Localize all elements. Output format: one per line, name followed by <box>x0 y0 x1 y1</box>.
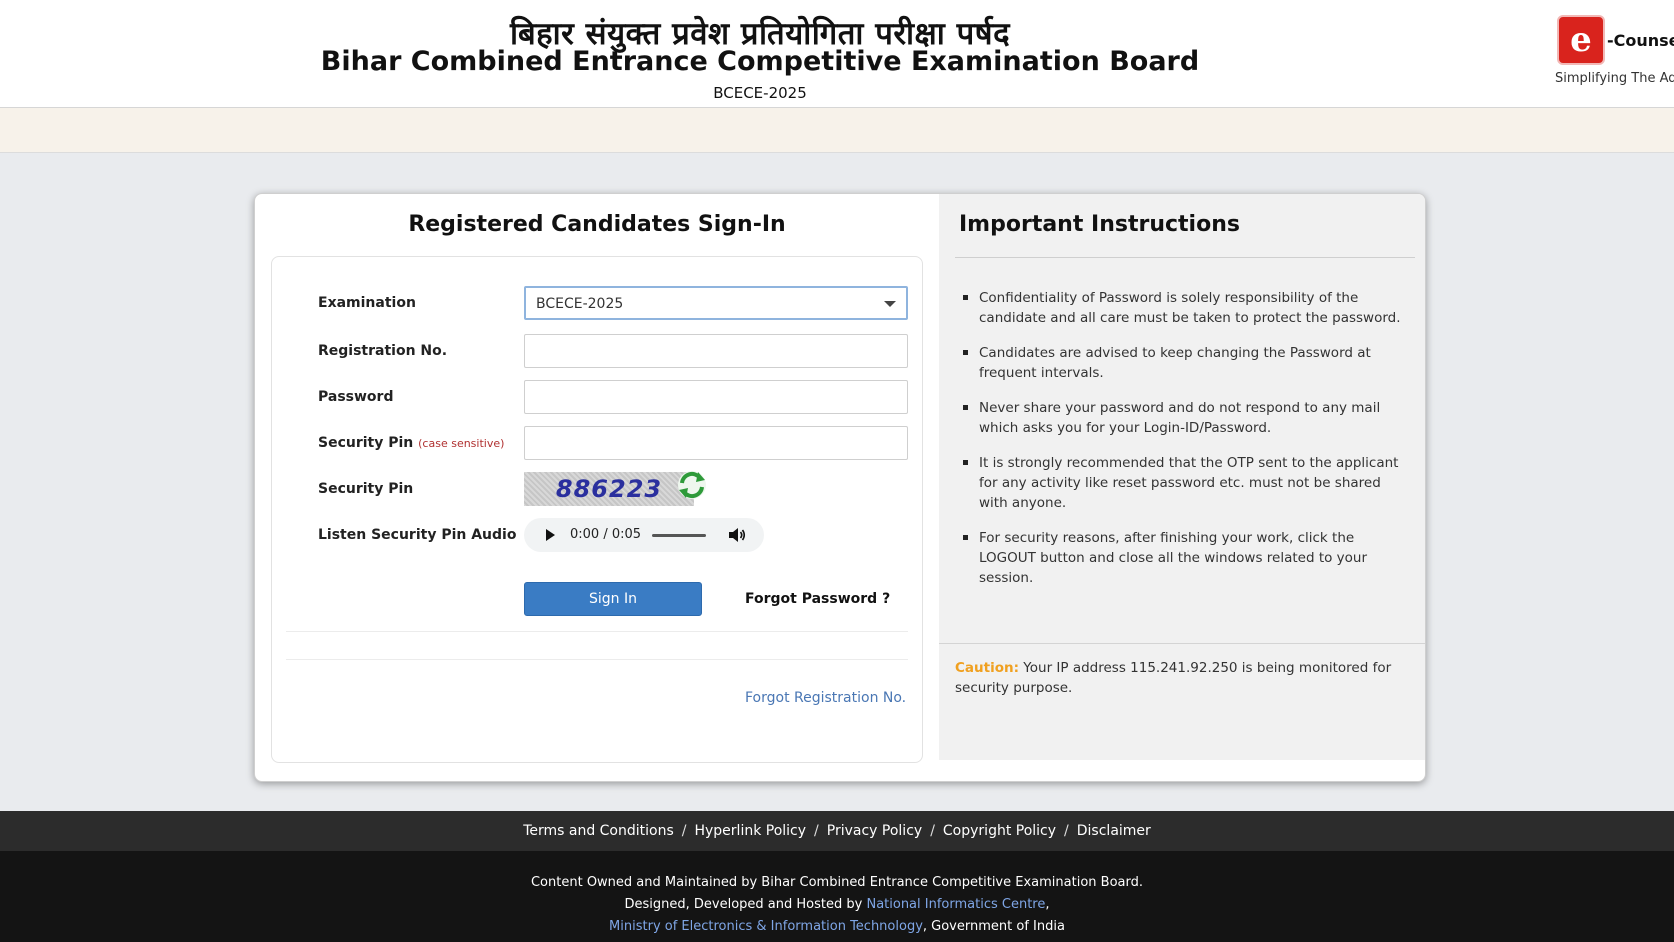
instructions-divider <box>955 257 1415 258</box>
link-separator: / <box>930 823 935 839</box>
instructions-list: Confidentiality of Password is solely re… <box>963 288 1413 603</box>
forgot-registration-link[interactable]: Forgot Registration No. <box>745 690 906 706</box>
footer-ministry-suffix: , Government of India <box>922 919 1065 934</box>
site-header: बिहार संयुक्त प्रवेश प्रतियोगिता परीक्षा… <box>0 0 1674 108</box>
form-divider <box>286 631 908 632</box>
captcha-image: 886223 <box>524 472 694 506</box>
caution-notice: Caution: Your IP address 115.241.92.250 … <box>955 658 1423 698</box>
footer-hosting-suffix: , <box>1045 897 1050 912</box>
audio-label: Listen Security Pin Audio <box>318 527 517 543</box>
sign-in-button[interactable]: Sign In <box>524 582 702 616</box>
link-separator: / <box>814 823 819 839</box>
meity-link[interactable]: Ministry of Electronics & Information Te… <box>609 919 923 934</box>
play-icon[interactable] <box>546 529 555 541</box>
e-counselling-logo-icon: e <box>1557 15 1605 65</box>
link-separator: / <box>1064 823 1069 839</box>
examination-label: Examination <box>318 295 416 311</box>
signin-title: Registered Candidates Sign-In <box>408 212 786 237</box>
english-board-title: Bihar Combined Entrance Competitive Exam… <box>320 46 1200 77</box>
link-separator: / <box>681 823 687 839</box>
password-input[interactable] <box>524 380 908 414</box>
examination-select[interactable]: BCECE-2025 <box>524 286 908 320</box>
audio-progress-bar[interactable] <box>652 534 706 537</box>
disclaimer-link[interactable]: Disclaimer <box>1077 823 1151 839</box>
footer-hosting: Designed, Developed and Hosted by Nation… <box>0 894 1674 916</box>
instructions-title: Important Instructions <box>959 212 1240 237</box>
brand-name: -Counsell <box>1607 31 1674 50</box>
forgot-password-link[interactable]: Forgot Password ? <box>745 591 890 607</box>
privacy-policy-link[interactable]: Privacy Policy <box>827 823 922 839</box>
instructions-panel: Important Instructions Confidentiality o… <box>939 194 1425 760</box>
password-label: Password <box>318 389 394 405</box>
footer-hosting-prefix: Designed, Developed and Hosted by <box>624 897 863 912</box>
security-pin-input[interactable] <box>524 426 908 460</box>
case-sensitive-note: (case sensitive) <box>418 437 505 450</box>
registration-input[interactable] <box>524 334 908 368</box>
chevron-down-icon <box>884 301 896 307</box>
volume-icon[interactable] <box>728 527 746 543</box>
instruction-item: For security reasons, after finishing yo… <box>963 528 1413 588</box>
instruction-item: Candidates are advised to keep changing … <box>963 343 1413 383</box>
audio-player: 0:00 / 0:05 <box>524 518 764 552</box>
caution-divider <box>939 643 1425 644</box>
caution-label: Caution: <box>955 660 1019 676</box>
e-counselling-logo[interactable]: e -Counsell Simplifying The Ad <box>1553 15 1674 95</box>
refresh-icon[interactable] <box>676 469 708 501</box>
footer-links-bar: Terms and Conditions / Hyperlink Policy / Pr… <box>0 811 1674 851</box>
instruction-item: It is strongly recommended that the OTP … <box>963 453 1413 513</box>
form-divider <box>286 659 908 660</box>
instruction-item: Confidentiality of Password is solely re… <box>963 288 1413 328</box>
footer-ownership: Content Owned and Maintained by Bihar Co… <box>530 875 1143 890</box>
nav-bar <box>0 108 1674 153</box>
security-pin-label-text: Security Pin <box>318 435 414 451</box>
captcha-label: Security Pin <box>318 481 414 497</box>
hyperlink-policy-link[interactable]: Hyperlink Policy <box>694 823 806 839</box>
signin-card: Registered Candidates Sign-In Examinatio… <box>254 193 1426 782</box>
signin-form: Examination BCECE-2025 Registration No. … <box>271 256 923 763</box>
instruction-item: Never share your password and do not res… <box>963 398 1413 438</box>
caution-text: Your IP address 115.241.92.250 is being … <box>955 660 1392 696</box>
copyright-policy-link[interactable]: Copyright Policy <box>943 823 1056 839</box>
nic-link[interactable]: National Informatics Centre <box>866 897 1045 912</box>
brand-tagline: Simplifying The Ad <box>1555 71 1674 86</box>
examination-selected-value: BCECE-2025 <box>536 296 624 312</box>
exam-subtitle: BCECE-2025 <box>713 84 807 102</box>
terms-link[interactable]: Terms and Conditions <box>523 823 674 839</box>
registration-label: Registration No. <box>318 343 448 359</box>
audio-time: 0:00 / 0:05 <box>570 527 642 542</box>
security-pin-label: Security Pin (case sensitive) <box>318 435 504 451</box>
footer-ministry: Ministry of Electronics & Information Te… <box>0 916 1674 938</box>
footer-credits: Content Owned and Maintained by Bihar Co… <box>0 851 1674 942</box>
